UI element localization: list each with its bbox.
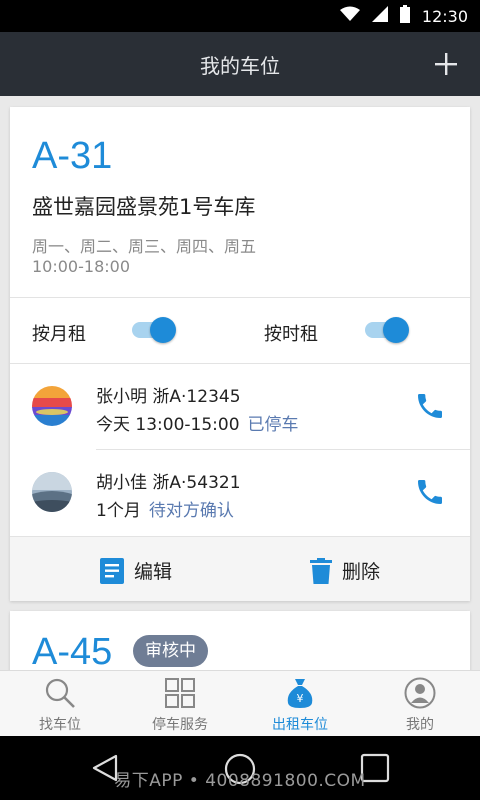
delete-label: 删除	[342, 561, 381, 583]
delete-button[interactable]: 删除	[310, 557, 380, 584]
wifi-icon	[339, 6, 360, 26]
battery-icon	[399, 5, 410, 27]
spot-hours: 10:00-18:00	[32, 257, 130, 276]
tab-rent-spot[interactable]: ¥ 出租车位	[240, 671, 360, 737]
search-icon	[45, 678, 75, 708]
hourly-label: 按时租	[264, 324, 318, 345]
renter-name-plate: 胡小佳 浙A·54321	[96, 473, 241, 493]
money-bag-icon: ¥	[287, 679, 313, 708]
clock: 12:30	[421, 6, 468, 26]
rental-status: 已停车	[247, 415, 299, 435]
renter-time: 今天 13:00-15:00 已停车	[96, 410, 299, 435]
tab-label: 我的	[406, 717, 434, 733]
watermark: 易下APP • 4008891800.COM	[114, 771, 366, 791]
spot-card[interactable]: A-31 盛世嘉园盛景苑1号车库 周一、周二、周三、周四、周五 10:00-18…	[10, 107, 470, 601]
status-badge: 审核中	[133, 635, 208, 667]
renter-row[interactable]: 胡小佳 浙A·54321 1个月 待对方确认	[10, 450, 470, 536]
edit-label: 编辑	[134, 561, 173, 583]
edit-icon	[100, 557, 124, 584]
toggle-knob	[383, 317, 409, 343]
add-button[interactable]	[430, 48, 462, 80]
tab-label: 找车位	[39, 717, 81, 733]
user-icon	[404, 677, 436, 709]
phone-icon[interactable]	[414, 390, 446, 422]
rental-status: 待对方确认	[148, 501, 234, 521]
tab-find-spot[interactable]: 找车位	[0, 671, 120, 737]
renter-name-plate: 张小明 浙A·12345	[96, 387, 241, 407]
tab-parking-service[interactable]: 停车服务	[120, 671, 240, 737]
tab-label: 出租车位	[272, 717, 328, 733]
avatar	[32, 472, 72, 512]
spot-name: 盛世嘉园盛景苑1号车库	[32, 195, 256, 219]
rental-time: 今天 13:00-15:00	[96, 415, 240, 435]
status-bar: 12:30	[0, 0, 480, 32]
renter-row[interactable]: 张小明 浙A·12345 今天 13:00-15:00 已停车	[10, 364, 470, 450]
avatar	[32, 386, 72, 426]
card-actions: 编辑 删除	[10, 536, 470, 601]
spot-card[interactable]: A-45 审核中	[10, 611, 470, 670]
app-bar: 我的车位	[0, 32, 480, 96]
spot-list: A-31 盛世嘉园盛景苑1号车库 周一、周二、周三、周四、周五 10:00-18…	[0, 96, 480, 670]
plus-icon	[435, 53, 457, 75]
toggle-knob	[150, 317, 176, 343]
svg-text:¥: ¥	[297, 692, 304, 705]
divider	[10, 297, 470, 298]
rental-time: 1个月	[96, 501, 141, 521]
monthly-toggle[interactable]	[132, 317, 178, 343]
signal-icon	[371, 6, 388, 26]
phone-icon[interactable]	[414, 476, 446, 508]
page-title: 我的车位	[200, 53, 280, 78]
spot-days: 周一、周二、周三、周四、周五	[32, 237, 257, 256]
tab-bar: 找车位 停车服务 ¥ 出租车位 我的	[0, 670, 480, 736]
spot-code: A-45	[32, 631, 113, 670]
tab-mine[interactable]: 我的	[360, 671, 480, 737]
monthly-label: 按月租	[32, 324, 86, 345]
trash-icon	[310, 557, 332, 584]
hourly-toggle[interactable]	[365, 317, 411, 343]
spot-code: A-31	[32, 135, 113, 177]
tab-label: 停车服务	[152, 717, 208, 733]
edit-button[interactable]: 编辑	[100, 557, 172, 584]
renter-time: 1个月 待对方确认	[96, 496, 234, 521]
grid-icon	[165, 678, 195, 708]
